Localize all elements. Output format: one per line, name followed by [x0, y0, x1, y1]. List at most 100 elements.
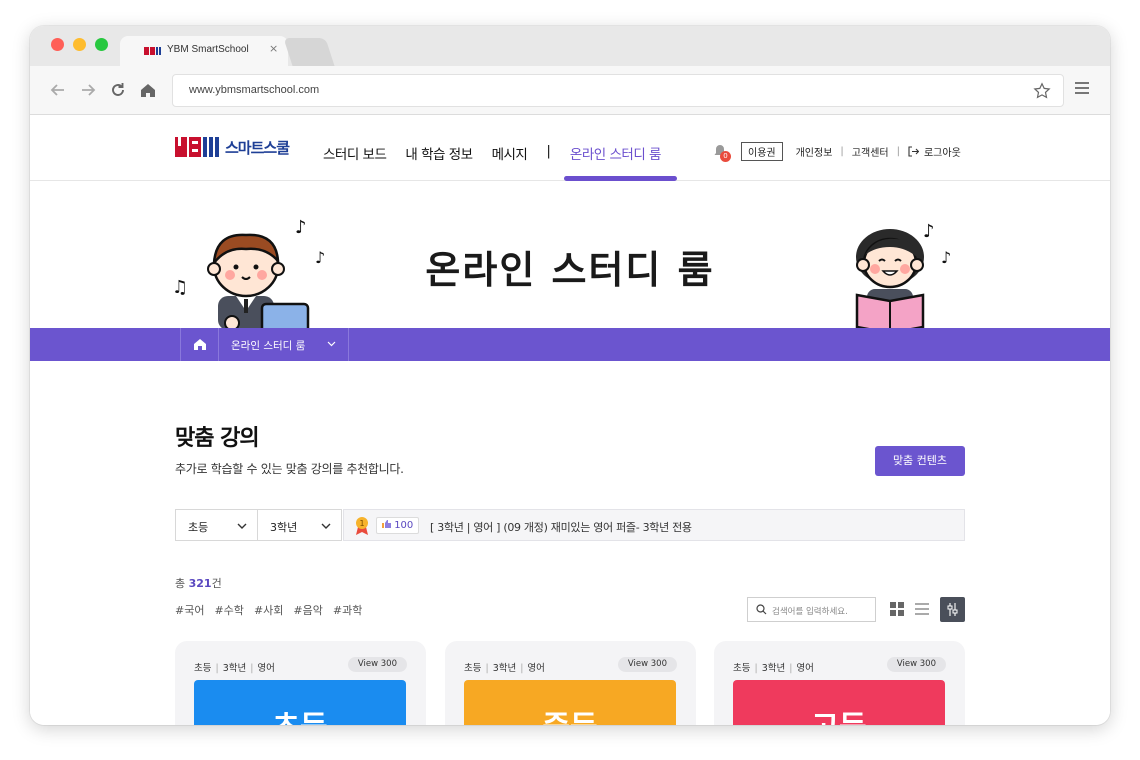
privacy-link[interactable]: 개인정보 [796, 144, 833, 159]
card-subject: 영어 [796, 663, 814, 674]
tag-social[interactable]: #사회 [254, 602, 283, 618]
forward-arrow-icon[interactable] [78, 80, 98, 100]
medal-icon: 1 [356, 517, 368, 535]
thumbnail-label: 고등 [733, 702, 945, 725]
customer-center-link[interactable]: 고객센터 [852, 144, 889, 159]
notification-bell-icon[interactable]: 0 [712, 143, 731, 162]
chevron-down-icon [327, 341, 336, 347]
search-placeholder: 검색어를 입력하세요. [772, 607, 848, 617]
card-thumbnail[interactable]: 고등 [733, 680, 945, 725]
card-meta: 초등 | 3학년 | 영어 [733, 663, 814, 674]
nav-online-study-room[interactable]: 온라인 스터디 룸 [570, 143, 662, 163]
reload-icon[interactable] [108, 80, 128, 100]
breadcrumb-current: 온라인 스터디 룸 [231, 340, 306, 352]
search-input[interactable]: 검색어를 입력하세요. [747, 597, 876, 622]
level-select-value: 초등 [188, 521, 209, 534]
tag-math[interactable]: #수학 [214, 602, 243, 618]
breadcrumb-dropdown[interactable]: 온라인 스터디 룸 [219, 328, 349, 361]
util-divider: | [896, 146, 900, 157]
card-thumbnail[interactable]: 초등 [194, 680, 406, 725]
search-icon [756, 604, 767, 615]
card-meta: 초등 | 3학년 | 영어 [464, 663, 545, 674]
count-prefix: 총 [175, 577, 189, 590]
card-level: 초등 [464, 663, 482, 674]
thumbs-up-icon [382, 520, 391, 528]
main-nav: 스터디 보드 내 학습 정보 메시지 | 온라인 스터디 룸 [323, 143, 680, 163]
nav-divider: | [546, 143, 551, 159]
utility-menu: 0 이용권 개인정보 | 고객센터 | 로그아웃 [712, 142, 969, 162]
svg-text:♪: ♪ [941, 248, 951, 267]
card-level: 초등 [194, 663, 212, 674]
grade-select[interactable]: 3학년 [257, 509, 342, 541]
url-text: www.ybmsmartschool.com [189, 84, 320, 96]
logout-icon[interactable] [908, 146, 919, 157]
grid-view-icon[interactable] [890, 602, 904, 616]
maximize-window-button[interactable] [95, 38, 108, 51]
chevron-down-icon [321, 523, 331, 529]
site-header: 스마트스쿨 스터디 보드 내 학습 정보 메시지 | 온라인 스터디 룸 0 이… [30, 115, 1110, 181]
tab-title: YBM SmartSchool [167, 44, 249, 55]
minimize-window-button[interactable] [73, 38, 86, 51]
count-suffix: 건 [211, 577, 222, 590]
svg-text:♪: ♪ [295, 217, 307, 238]
close-window-button[interactable] [51, 38, 64, 51]
back-arrow-icon[interactable] [48, 80, 68, 100]
tag-science[interactable]: #과학 [333, 602, 362, 618]
browser-tab[interactable]: YBM SmartSchool × [120, 36, 288, 66]
tab-strip: YBM SmartSchool × [30, 26, 1110, 66]
breadcrumb-bar: 온라인 스터디 룸 [30, 328, 1110, 361]
util-divider: | [840, 146, 844, 157]
browser-menu-icon[interactable] [1075, 82, 1089, 96]
filter-settings-button[interactable] [940, 597, 965, 622]
subject-tags: #국어 #수학 #사회 #음악 #과학 [175, 602, 372, 618]
new-tab-button[interactable] [283, 38, 335, 66]
like-count-badge: 100 [376, 517, 420, 534]
course-card[interactable]: 초등|3학년|영어 View 300 초등 [175, 641, 426, 725]
course-card[interactable]: 초등|3학년|영어 View 300 고등 [714, 641, 965, 725]
hero-banner: ♪ ♪ ♫ 온라인 스터디 룸 ♪ ♪ [30, 181, 1110, 328]
tag-music[interactable]: #음악 [293, 602, 322, 618]
home-icon[interactable] [138, 80, 158, 100]
course-card[interactable]: 초등|3학년|영어 View 300 중등 [445, 641, 696, 725]
grade-select-value: 3학년 [270, 521, 298, 534]
list-view-icon[interactable] [915, 602, 929, 616]
breadcrumb-home[interactable] [180, 328, 219, 361]
site-logo[interactable]: 스마트스쿨 [175, 135, 290, 159]
medal-rank: 1 [359, 519, 364, 528]
card-subject: 영어 [527, 663, 545, 674]
browser-toolbar: www.ybmsmartschool.com [30, 66, 1110, 115]
sliders-icon [947, 603, 958, 616]
card-thumbnail[interactable]: 중등 [464, 680, 676, 725]
count-value: 321 [188, 577, 212, 590]
view-count-badge: View 300 [617, 657, 677, 672]
card-grade: 3학년 [222, 663, 247, 674]
logout-link[interactable]: 로그아웃 [924, 144, 961, 159]
level-select[interactable]: 초등 [175, 509, 258, 541]
address-bar[interactable]: www.ybmsmartschool.com [172, 74, 1064, 107]
thumbnail-label: 중등 [464, 702, 676, 725]
result-count: 총 321건 [175, 575, 222, 591]
notification-badge: 0 [720, 150, 731, 162]
card-grade: 3학년 [761, 663, 786, 674]
tag-korean[interactable]: #국어 [175, 602, 204, 618]
view-count-badge: View 300 [886, 657, 946, 672]
card-meta: 초등 | 3학년 | 영어 [194, 663, 275, 674]
ybm-logo-icon [175, 137, 219, 157]
card-subject: 영어 [257, 663, 275, 674]
nav-my-learning[interactable]: 내 학습 정보 [405, 143, 473, 163]
chevron-down-icon [237, 523, 247, 529]
tab-close-icon[interactable]: × [269, 42, 278, 55]
thumbnail-label: 초등 [194, 702, 406, 725]
web-page: 스마트스쿨 스터디 보드 내 학습 정보 메시지 | 온라인 스터디 룸 0 이… [30, 115, 1110, 725]
browser-window: YBM SmartSchool × www.ybmsmartschool.com [30, 26, 1110, 725]
nav-messages[interactable]: 메시지 [492, 143, 528, 163]
bookmark-star-icon[interactable] [1033, 82, 1051, 100]
recommendation-text: [ 3학년 | 영어 ] (09 개정) 재미있는 영어 퍼즐- 3학년 전용 [430, 521, 692, 534]
logo-text: 스마트스쿨 [225, 138, 290, 157]
pass-button[interactable]: 이용권 [741, 142, 783, 161]
recommendation-bar[interactable]: 1 100 [ 3학년 | 영어 ] (09 개정) 재미있는 영어 퍼즐- 3… [343, 509, 965, 541]
nav-study-board[interactable]: 스터디 보드 [323, 143, 387, 163]
custom-content-button[interactable]: 맞춤 컨텐츠 [875, 446, 965, 476]
card-level: 초등 [733, 663, 751, 674]
section-description: 추가로 학습할 수 있는 맞춤 강의를 추천합니다. [175, 462, 404, 476]
